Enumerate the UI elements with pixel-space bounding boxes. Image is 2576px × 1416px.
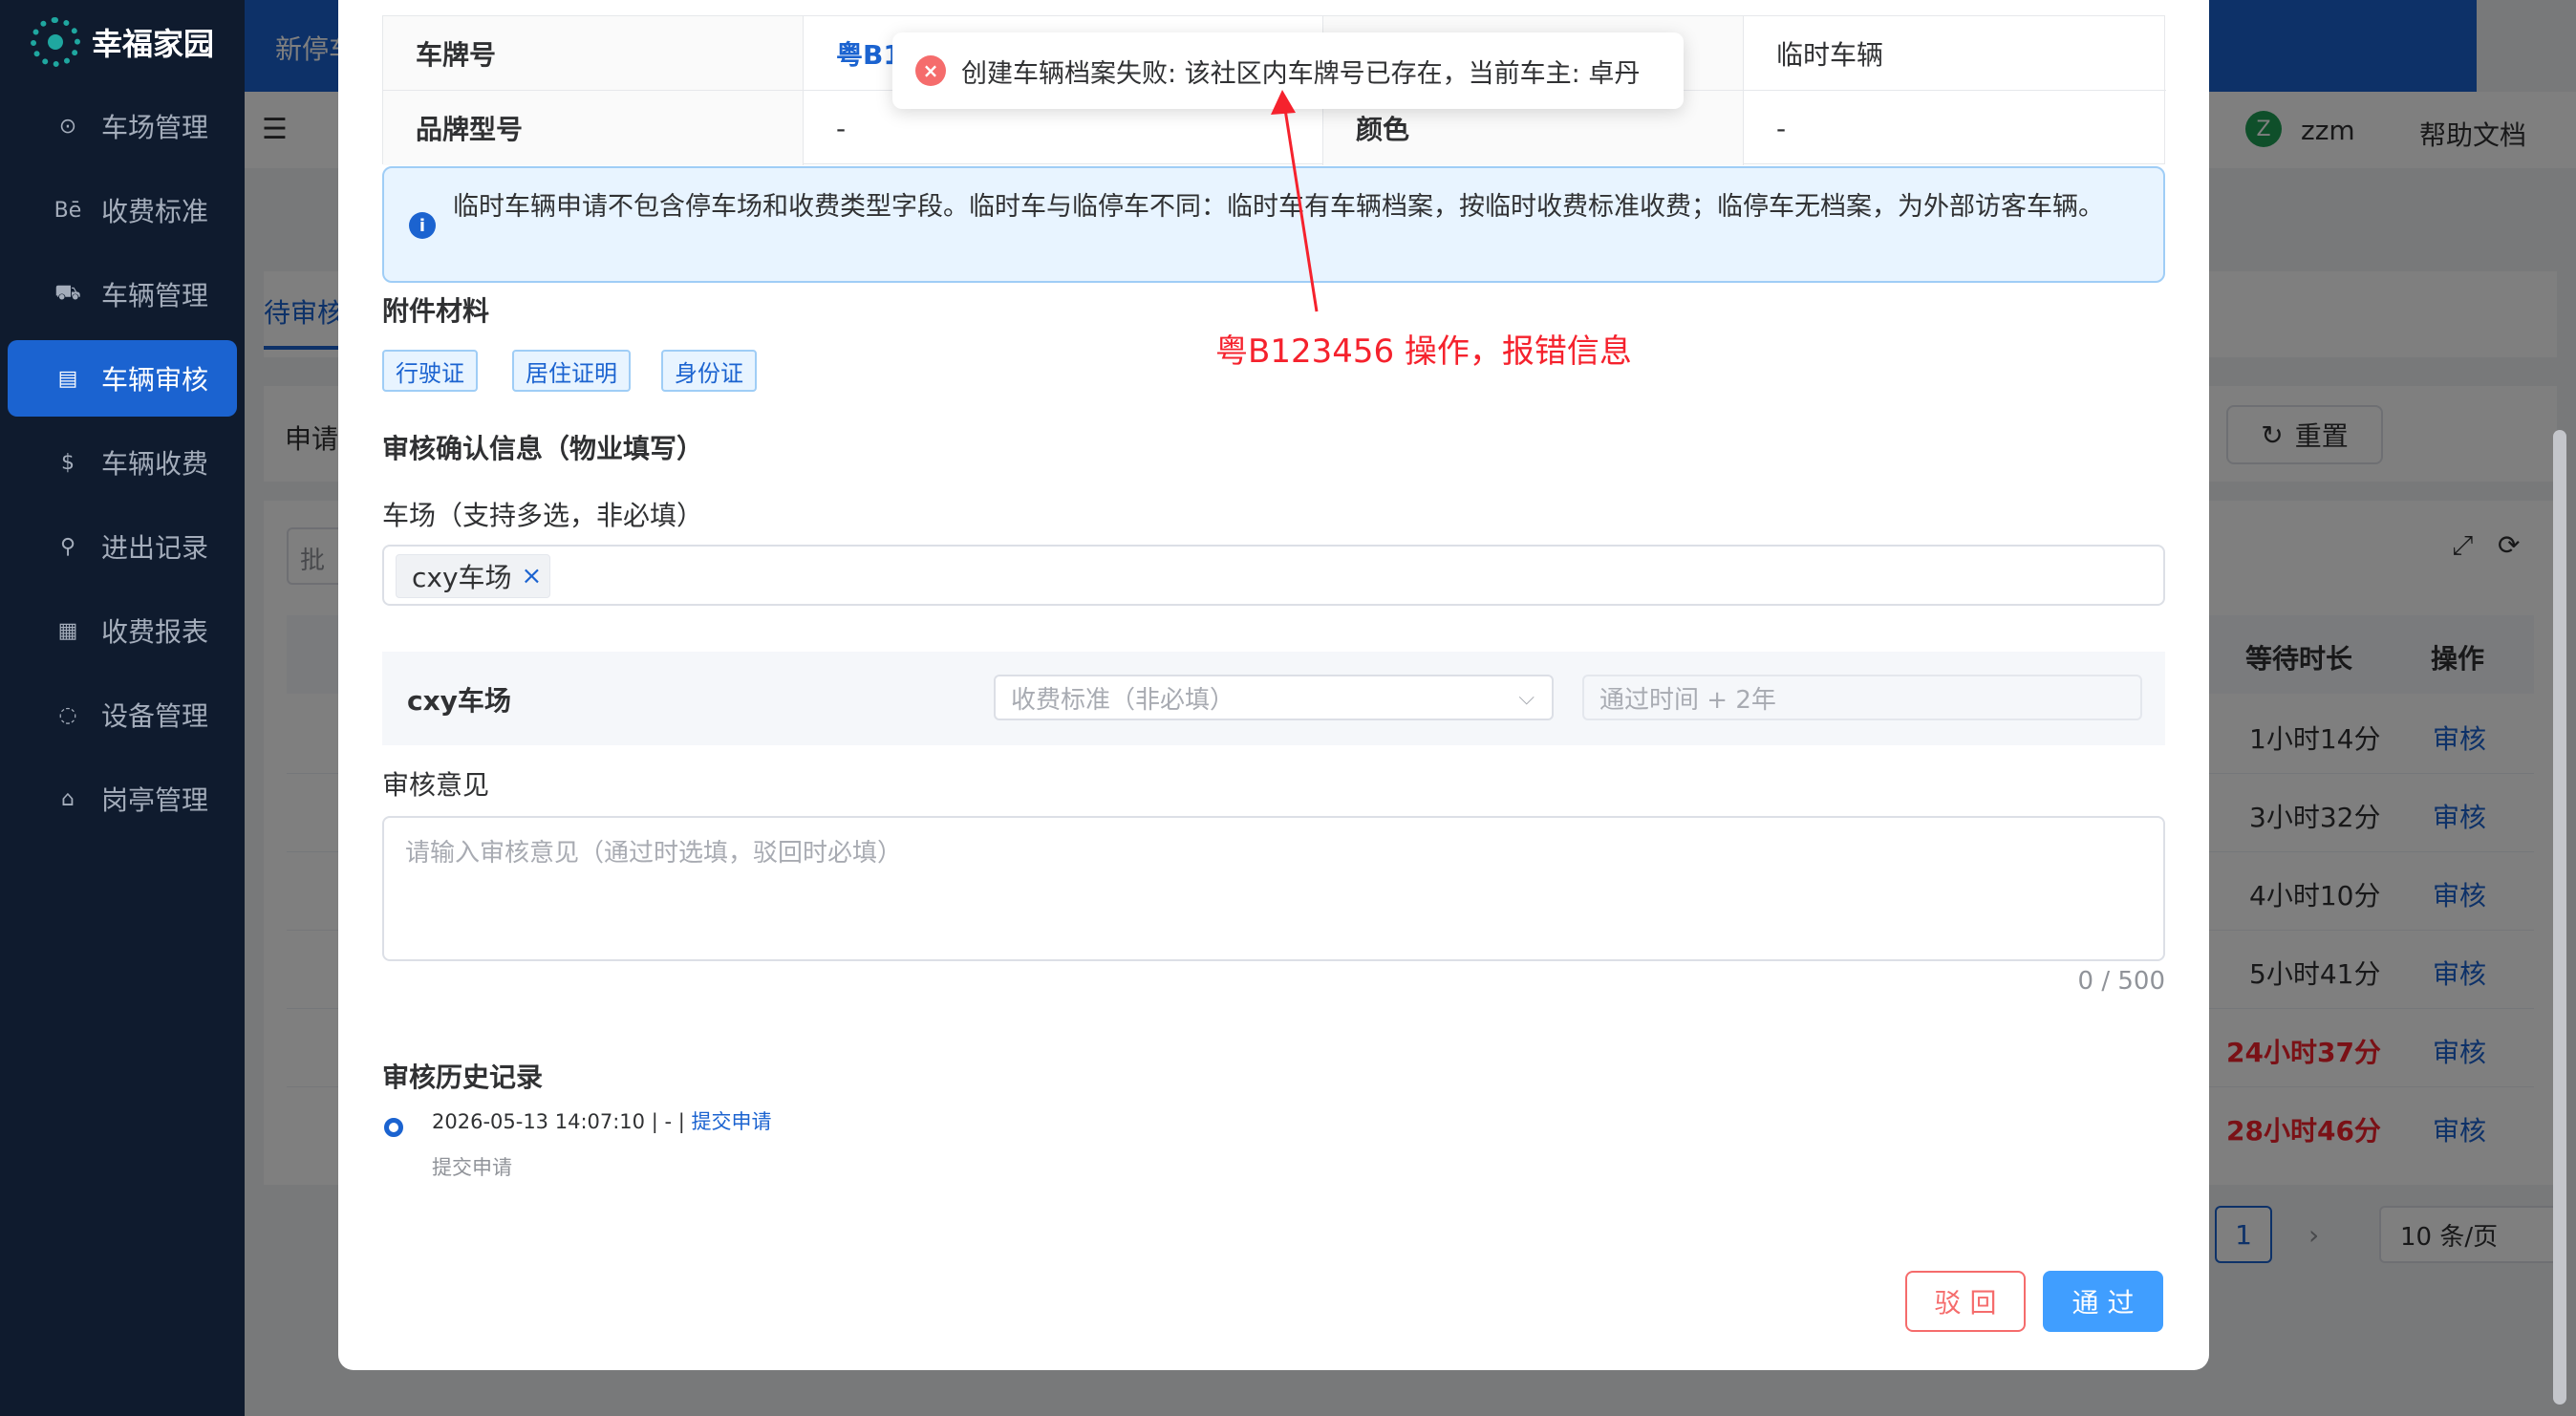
history-time: 2026-05-13 14:07:10 | - | <box>432 1110 685 1133</box>
validity-placeholder: 通过时间 + 2年 <box>1599 685 1776 715</box>
reject-button[interactable]: 驳 回 <box>1905 1271 2026 1332</box>
sidebar-item-label: 车辆收费 <box>101 448 209 480</box>
page-scrollbar[interactable] <box>2553 430 2566 1405</box>
logo-icon <box>31 17 80 67</box>
sidebar-item-vehicle-management[interactable]: ⛟ 车辆管理 <box>8 256 237 333</box>
info-icon: i <box>409 212 436 239</box>
sidebar-item-fee-standard[interactable]: Bē 收费标准 <box>8 172 237 248</box>
sidebar-item-access-records[interactable]: ⚲ 进出记录 <box>8 508 237 585</box>
app-name: 幸福家园 <box>92 26 215 62</box>
sidebar-item-vehicle-review[interactable]: ▤ 车辆审核 <box>8 340 237 417</box>
sidebar-item-label: 岗亭管理 <box>101 784 209 816</box>
history-title: 审核历史记录 <box>382 1062 544 1093</box>
dollar-icon: $ <box>61 450 75 475</box>
report-icon: ▦ <box>57 618 78 643</box>
parking-icon: ⊙ <box>58 114 77 139</box>
sidebar-item-label: 设备管理 <box>101 700 209 732</box>
sidebar-item-vehicle-fee[interactable]: $ 车辆收费 <box>8 424 237 501</box>
fee-standard-icon: Bē <box>54 198 82 223</box>
error-icon: × <box>915 55 946 86</box>
attachment-driving-license[interactable]: 行驶证 <box>382 350 478 392</box>
validity-input: 通过时间 + 2年 <box>1582 675 2142 720</box>
brand-label: 品牌型号 <box>383 91 804 165</box>
selected-lot-label: cxy车场 <box>412 562 512 593</box>
opinion-placeholder: 请输入审核意见（通过时选填，驳回时必填） <box>405 839 903 868</box>
sidebar-item-label: 车辆审核 <box>101 364 209 396</box>
opinion-label: 审核意见 <box>382 769 490 801</box>
plate-label: 车牌号 <box>383 16 804 91</box>
info-alert: i 临时车辆申请不包含停车场和收费类型字段。临时车与临停车不同：临时车有车辆档案… <box>382 166 2165 283</box>
sidebar-item-label: 收费报表 <box>101 616 209 648</box>
lot-config-row: cxy车场 收费标准（非必填） ⌵ 通过时间 + 2年 <box>382 652 2165 745</box>
fee-standard-select[interactable]: 收费标准（非必填） ⌵ <box>994 675 1554 720</box>
error-toast: × 创建车辆档案失败: 该社区内车牌号已存在，当前车主: 卓丹 <box>892 32 1684 109</box>
history-action: 提交申请 <box>691 1110 772 1133</box>
lot-row-name: cxy车场 <box>407 685 511 717</box>
records-icon: ⚲ <box>59 534 76 559</box>
type-value: 临时车辆 <box>1744 16 2166 91</box>
app-logo[interactable]: 幸福家园 <box>31 13 214 71</box>
timeline-dot <box>384 1118 403 1137</box>
sidebar-item-fee-report[interactable]: ▦ 收费报表 <box>8 592 237 669</box>
annotation-text: 粤B123456 操作，报错信息 <box>1215 333 1632 371</box>
attachments-title: 附件材料 <box>382 295 490 327</box>
opinion-counter: 0 / 500 <box>2077 967 2165 996</box>
selected-lot-chip: cxy车场 × <box>396 554 551 598</box>
review-icon: ▤ <box>57 366 78 391</box>
fee-standard-placeholder: 收费标准（非必填） <box>1011 685 1235 715</box>
sidebar-item-label: 车场管理 <box>101 112 209 143</box>
sidebar-item-label: 收费标准 <box>101 196 209 227</box>
sidebar-item-booth-management[interactable]: ⌂ 岗亭管理 <box>8 761 237 837</box>
sidebar-item-label: 进出记录 <box>101 532 209 564</box>
lot-multi-select[interactable]: cxy车场 × <box>382 545 2165 606</box>
opinion-textarea[interactable]: 请输入审核意见（通过时选填，驳回时必填） <box>382 816 2165 961</box>
review-section-title: 审核确认信息（物业填写） <box>382 433 704 464</box>
pass-button[interactable]: 通 过 <box>2043 1271 2163 1332</box>
sidebar-item-parking-lot[interactable]: ⊙ 车场管理 <box>8 88 237 164</box>
booth-icon: ⌂ <box>61 786 75 811</box>
info-alert-text: 临时车辆申请不包含停车场和收费类型字段。临时车与临停车不同：临时车有车辆档案，按… <box>453 192 2104 222</box>
close-icon[interactable]: × <box>522 562 543 590</box>
attachment-residence-proof[interactable]: 居住证明 <box>512 350 631 392</box>
device-icon: ◌ <box>58 702 77 727</box>
sidebar: 幸福家园 ⊙ 车场管理 Bē 收费标准 ⛟ 车辆管理 ▤ 车辆审核 $ 车辆收费 ⚲ 进出记… <box>0 0 245 1416</box>
car-icon: ⛟ <box>54 281 81 305</box>
sidebar-item-label: 车辆管理 <box>101 280 209 311</box>
attachment-id-card[interactable]: 身份证 <box>661 350 757 392</box>
toast-message: 创建车辆档案失败: 该社区内车牌号已存在，当前车主: 卓丹 <box>961 58 1641 89</box>
history-item: 2026-05-13 14:07:10 | - | 提交申请 <box>432 1106 771 1135</box>
sidebar-item-device-management[interactable]: ◌ 设备管理 <box>8 676 237 753</box>
chevron-down-icon: ⌵ <box>1518 686 1535 710</box>
lot-field-label: 车场（支持多选，非必填） <box>382 500 704 531</box>
history-note: 提交申请 <box>432 1156 512 1179</box>
color-value: - <box>1776 112 1787 144</box>
